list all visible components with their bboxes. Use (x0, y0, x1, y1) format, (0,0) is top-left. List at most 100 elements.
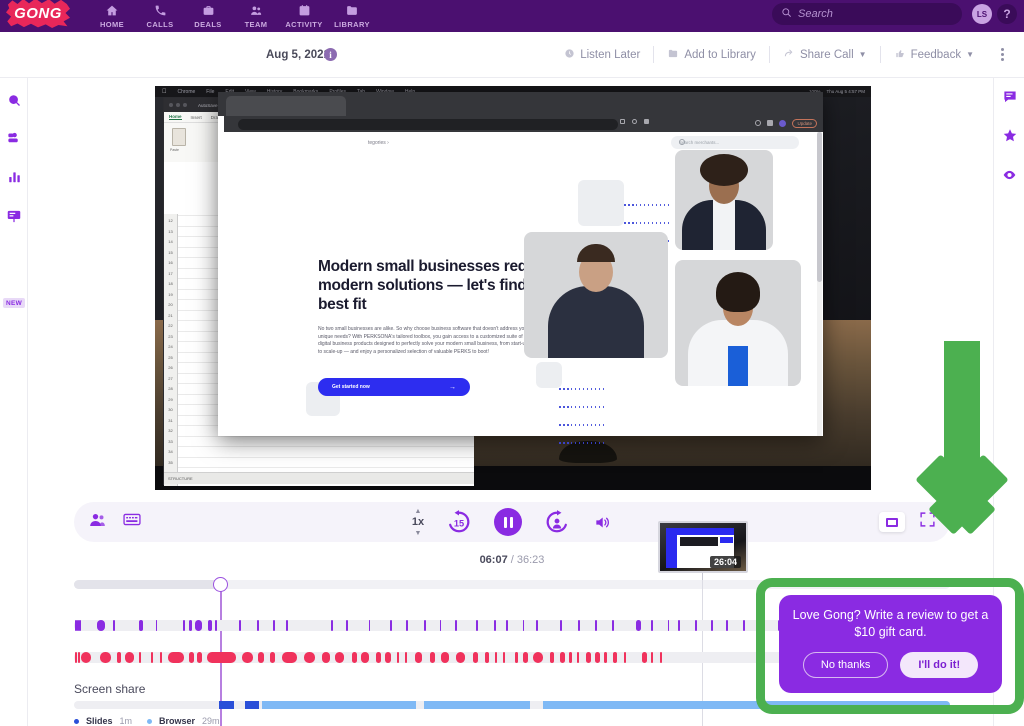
waveform-segment (415, 652, 423, 663)
global-search-input[interactable]: Search (772, 3, 962, 25)
clock-icon (564, 48, 575, 62)
thumbnail-blue-bar (666, 528, 734, 535)
user-avatar[interactable]: LS (972, 4, 992, 24)
waveform-segment (241, 652, 254, 663)
waveform-segment (116, 652, 122, 663)
hero-cta-button: Get started now → (318, 378, 470, 396)
waveform-segment (194, 620, 202, 631)
briefcase-icon (202, 3, 215, 18)
timeline-progress (74, 580, 220, 589)
waveform-segment (650, 620, 653, 631)
chevron-up-icon[interactable]: ▲ (415, 508, 422, 515)
more-options-button[interactable] (987, 48, 1012, 61)
feedback-label: Feedback (910, 48, 962, 61)
svg-text:15: 15 (454, 519, 464, 529)
waveform-segment (167, 652, 185, 663)
chrome-tabstrip (218, 92, 823, 116)
sidebar-item-comments[interactable] (994, 84, 1024, 114)
nav-item-home[interactable]: HOME (88, 1, 136, 29)
nav-item-deals[interactable]: DEALS (184, 1, 232, 29)
sidebar-item-people[interactable] (0, 126, 28, 156)
paste-icon (172, 128, 186, 146)
presentation-icon (6, 209, 22, 229)
waveform-segment (282, 652, 297, 663)
waveform-segment (270, 652, 276, 663)
waveform-segment (430, 652, 435, 663)
waveform-segment (404, 652, 407, 663)
waveform-segment (743, 620, 745, 631)
decline-review-button[interactable]: No thanks (802, 652, 889, 678)
info-icon[interactable]: i (324, 48, 337, 61)
waveform-segment (238, 620, 241, 631)
nav-item-calls[interactable]: CALLS (136, 1, 184, 29)
rewind-15-button[interactable]: 15 (446, 509, 472, 535)
legend-color-browser (147, 718, 153, 724)
top-navigation-bar: GONG HOME CALLS DEALS TEAM ACTIVITY LIBR… (0, 0, 1024, 32)
accept-review-button[interactable]: I'll do it! (900, 652, 979, 678)
sidebar-item-views[interactable] (994, 162, 1024, 192)
left-sidebar: NEW (0, 78, 28, 726)
pause-button[interactable] (494, 508, 523, 536)
hero-photo-man (524, 232, 668, 358)
sidebar-item-analytics[interactable] (0, 164, 28, 194)
search-icon (7, 93, 22, 113)
screen-share-segment (424, 701, 530, 709)
waveform-segment (188, 652, 194, 663)
chevron-down-icon[interactable]: ▼ (415, 530, 422, 537)
chevron-down-icon: ▼ (858, 50, 867, 59)
playback-speed-control[interactable]: ▲ 1x ▼ (412, 508, 424, 537)
sidebar-item-presentation[interactable] (0, 204, 28, 234)
feedback-button[interactable]: Feedback ▼ (881, 48, 987, 62)
waveform-segment (74, 652, 77, 663)
review-prompt-popup: Love Gong? Write a review to get a $10 g… (779, 595, 1002, 693)
time-separator: / (510, 554, 514, 566)
profile-avatar-icon (779, 119, 787, 127)
timeline-thumbnail-preview: 26:04 (658, 521, 748, 573)
logo-text: GONG (14, 4, 62, 22)
volume-icon[interactable] (592, 514, 612, 531)
timeline-playhead-handle[interactable] (213, 577, 228, 592)
folder-icon (345, 3, 359, 18)
listen-later-button[interactable]: Listen Later (551, 48, 653, 62)
waveform-segment (595, 620, 597, 631)
thumbnail-timestamp: 26:04 (709, 556, 741, 568)
nav-item-library[interactable]: LIBRARY (328, 1, 376, 29)
nav-label-library: LIBRARY (334, 20, 370, 29)
add-to-library-label: Add to Library (684, 48, 756, 61)
waveform-segment (214, 620, 217, 631)
help-icon[interactable]: ? (997, 4, 1017, 24)
waveform-segment (321, 652, 330, 663)
waveform-segment (345, 620, 348, 631)
waveform-segment (188, 620, 193, 631)
nav-item-team[interactable]: TEAM (232, 1, 280, 29)
hero-photo-woman-labcoat (675, 260, 801, 386)
call-subheader: Aug 5, 2021 i Listen Later Add to Librar… (0, 32, 1024, 78)
screen-share-legend: Slides 1m Browser 29m (74, 716, 220, 726)
waveform-segment (125, 652, 134, 663)
people-icon (249, 3, 263, 18)
sidebar-item-search[interactable] (0, 88, 28, 118)
chrome-toolbar-right: Update (755, 118, 817, 128)
share-call-button[interactable]: Share Call ▼ (770, 48, 880, 62)
site-search-placeholder: Search merchants... (679, 139, 720, 145)
legend-label-browser: Browser (159, 716, 196, 726)
waveform-segment (151, 652, 153, 663)
apple-logo-icon:  (162, 89, 167, 95)
sidebar-item-starred[interactable] (994, 123, 1024, 153)
arrow-right-icon: → (449, 383, 456, 391)
current-time: 06:07 (479, 554, 508, 566)
nav-label-team: TEAM (244, 20, 268, 29)
gong-logo[interactable]: GONG (6, 0, 70, 28)
waveform-segment (272, 620, 275, 631)
add-to-library-button[interactable]: Add to Library (654, 48, 769, 62)
waveform-segment (335, 652, 344, 663)
nav-label-home: HOME (99, 20, 125, 29)
waveform-segment (660, 652, 662, 663)
nav-label-calls: CALLS (146, 20, 174, 29)
call-video-player[interactable]:  Chrome File Edit View History Bookmark… (155, 86, 871, 490)
waveform-segment (138, 652, 141, 663)
nav-item-activity[interactable]: ACTIVITY (280, 1, 328, 29)
legend-value-slides: 1m (119, 716, 133, 726)
waveform-segment (389, 620, 392, 631)
skip-to-speaker-button[interactable] (544, 509, 570, 535)
